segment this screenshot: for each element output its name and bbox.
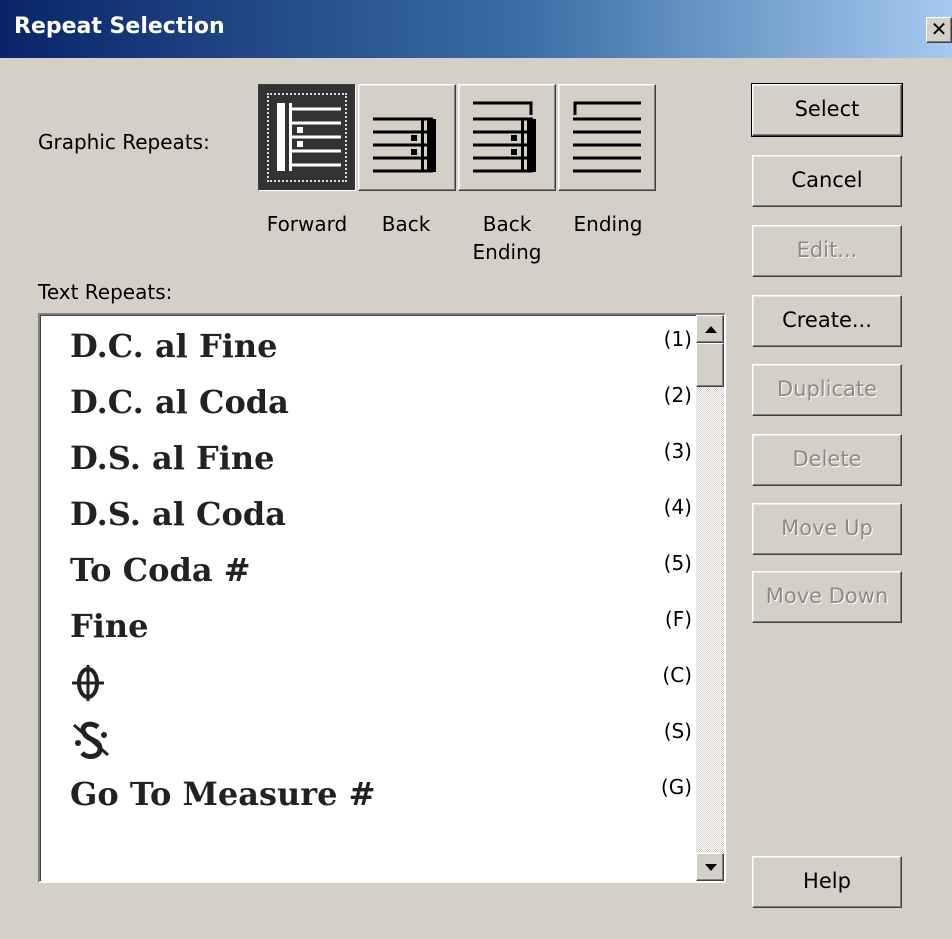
duplicate-button[interactable]: Duplicate	[752, 364, 902, 416]
list-item-key: (1)	[663, 327, 692, 351]
close-button[interactable]: ✕	[926, 17, 952, 43]
list-item-name: D.S. al Coda	[70, 495, 286, 533]
list-item-name: Fine	[70, 607, 149, 645]
coda-icon	[72, 665, 104, 701]
back-ending-caption-line2: Ending	[472, 240, 542, 264]
list-item-key: (5)	[663, 551, 692, 575]
list-item-key: (C)	[662, 663, 692, 687]
list-item-name: D.S. al Fine	[70, 439, 275, 477]
arrow-down-icon	[705, 864, 717, 871]
list-item-key: (4)	[663, 495, 692, 519]
ending-caption: Ending	[573, 212, 643, 236]
forward-repeat-icon	[277, 103, 341, 171]
list-item-name: Go To Measure #	[70, 775, 376, 813]
graphic-repeats-label: Graphic Repeats:	[38, 130, 210, 154]
cancel-button[interactable]: Cancel	[752, 155, 902, 207]
move-down-button[interactable]: Move Down	[752, 571, 902, 623]
delete-button[interactable]: Delete	[752, 434, 902, 486]
back-caption: Back	[381, 212, 431, 236]
list-item-name: D.C. al Fine	[70, 327, 278, 365]
list-item-name: To Coda #	[70, 551, 251, 589]
list-item-name: D.C. al Coda	[70, 383, 289, 421]
segno-icon	[73, 721, 109, 759]
list-item[interactable]: (S)	[70, 719, 692, 775]
list-item-key: (S)	[663, 719, 692, 743]
list-item-key: (F)	[664, 607, 692, 631]
list-item-key: (G)	[660, 775, 692, 799]
arrow-up-icon	[705, 326, 717, 333]
window-title: Repeat Selection	[14, 14, 225, 39]
list-item[interactable]: D.C. al Fine (1)	[70, 327, 692, 383]
list-item[interactable]: D.S. al Coda (4)	[70, 495, 692, 551]
back-repeat-icon	[373, 117, 436, 173]
ending-repeat-icon	[573, 101, 641, 173]
edit-button[interactable]: Edit...	[752, 225, 902, 277]
list-item[interactable]: D.S. al Fine (3)	[70, 439, 692, 495]
back-ending-caption-line1: Back	[482, 212, 532, 236]
scroll-thumb[interactable]	[696, 343, 724, 387]
back-repeat-button[interactable]	[358, 84, 456, 191]
forward-repeat-button[interactable]	[258, 84, 356, 191]
list-item[interactable]: D.C. al Coda (2)	[70, 383, 692, 439]
create-button[interactable]: Create...	[752, 295, 902, 347]
text-repeats-list[interactable]: D.C. al Fine (1) D.C. al Coda (2) D.S. a…	[38, 313, 726, 883]
scroll-up-button[interactable]	[696, 315, 724, 343]
list-item-key: (2)	[663, 383, 692, 407]
ending-repeat-button[interactable]	[558, 84, 656, 191]
text-repeats-label: Text Repeats:	[38, 280, 173, 304]
move-up-button[interactable]: Move Up	[752, 503, 902, 555]
list-item-key: (3)	[663, 439, 692, 463]
list-item[interactable]: (C)	[70, 663, 692, 719]
list-scrollbar[interactable]	[696, 315, 724, 881]
list-item[interactable]: To Coda # (5)	[70, 551, 692, 607]
close-icon: ✕	[930, 17, 948, 41]
title-bar[interactable]: Repeat Selection ✕	[0, 0, 952, 58]
forward-caption: Forward	[266, 212, 348, 236]
back-ending-repeat-icon	[473, 101, 536, 173]
help-button[interactable]: Help	[752, 856, 902, 908]
list-item[interactable]: Go To Measure # (G)	[70, 775, 692, 831]
scroll-down-button[interactable]	[696, 853, 724, 881]
select-button[interactable]: Select	[751, 83, 903, 137]
back-ending-repeat-button[interactable]	[458, 84, 556, 191]
list-item[interactable]: Fine (F)	[70, 607, 692, 663]
